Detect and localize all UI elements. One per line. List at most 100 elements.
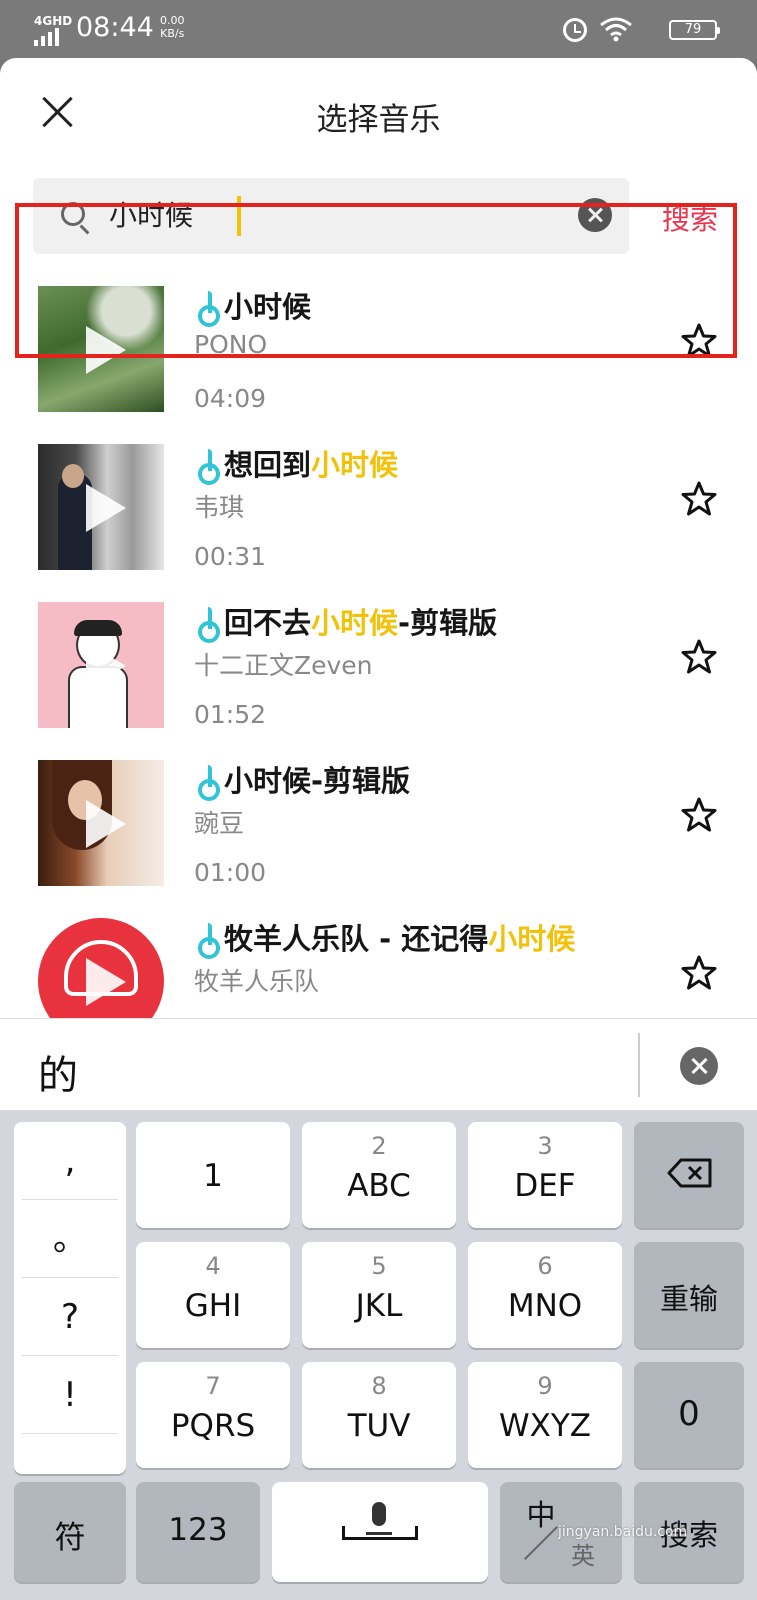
album-cover[interactable] — [38, 918, 164, 1018]
music-note-icon — [196, 923, 220, 959]
song-title: 想回到小时候 — [196, 442, 399, 485]
title-part: 牧羊人乐队 - 还记得 — [224, 922, 489, 956]
reinput-key[interactable]: 重输 — [634, 1242, 744, 1348]
title-match-highlight: 小时候 — [311, 448, 399, 482]
selected-highlight-box — [15, 203, 737, 358]
song-duration: 01:00 — [194, 858, 267, 887]
key-6-mno[interactable]: 6 MNO — [468, 1242, 622, 1348]
key-letters: DEF — [514, 1168, 576, 1204]
speed-unit: KB/s — [160, 27, 185, 40]
network-type: 4GHD — [34, 14, 73, 28]
key-5-jkl[interactable]: 5 JKL — [302, 1242, 456, 1348]
key-label: 123 — [168, 1512, 228, 1548]
key-8-tuv[interactable]: 8 TUV — [302, 1362, 456, 1468]
key-1[interactable]: 1 — [136, 1122, 290, 1228]
album-cover[interactable] — [38, 444, 164, 570]
song-title: 小时候-剪辑版 — [196, 758, 411, 801]
song-title: 回不去小时候-剪辑版 — [196, 600, 498, 643]
network-speed: 0.00 KB/s — [160, 14, 185, 40]
key-letters: MNO — [507, 1288, 583, 1324]
title-match-highlight: 小时候 — [488, 922, 576, 956]
page-title: 选择音乐 — [316, 102, 441, 138]
battery-icon: 79 — [669, 20, 720, 40]
watermark: jingyan.baidu.com — [558, 1524, 688, 1540]
title-part: 小时候-剪辑版 — [224, 764, 411, 798]
song-title: 牧羊人乐队 - 还记得小时候 — [196, 916, 576, 959]
candidate-word[interactable]: 的 — [38, 1043, 78, 1101]
space-icon — [342, 1526, 418, 1540]
key-4-ghi[interactable]: 4 GHI — [136, 1242, 290, 1348]
album-cover[interactable] — [38, 602, 164, 728]
wifi-icon — [600, 17, 632, 42]
music-note-icon — [196, 607, 220, 643]
key-letters: PQRS — [170, 1408, 256, 1444]
key-label: 0 — [678, 1394, 700, 1434]
title-part: 想回到 — [224, 448, 312, 482]
play-icon[interactable] — [86, 800, 126, 848]
key-question[interactable]: ? — [22, 1278, 118, 1356]
divider — [638, 1033, 640, 1097]
play-icon[interactable] — [86, 642, 126, 690]
clock: 08:44 — [76, 12, 154, 43]
song-item[interactable]: 想回到小时候 韦琪 00:31 — [0, 420, 757, 578]
artist-name: 牧羊人乐队 — [194, 967, 320, 996]
key-number: 6 — [537, 1252, 553, 1280]
song-duration: 04:09 — [194, 384, 267, 413]
key-0[interactable]: 0 — [634, 1362, 744, 1468]
alarm-icon — [563, 18, 587, 42]
key-number: 3 — [537, 1132, 553, 1160]
lang-en-label: 英 — [571, 1542, 595, 1570]
speed-value: 0.00 — [160, 14, 185, 27]
key-number: 7 — [205, 1372, 221, 1400]
key-2-abc[interactable]: 2 ABC — [302, 1122, 456, 1228]
music-note-icon — [196, 449, 220, 485]
key-label: 重输 — [659, 1282, 718, 1316]
key-number: 5 — [371, 1252, 387, 1280]
symbols-key[interactable]: 符 — [14, 1482, 126, 1582]
song-item[interactable]: 小时候-剪辑版 豌豆 01:00 — [0, 736, 757, 894]
key-9-wxyz[interactable]: 9 WXYZ — [468, 1362, 622, 1468]
space-key[interactable] — [272, 1482, 488, 1582]
backspace-key[interactable] — [634, 1122, 744, 1228]
artist-name: 韦琪 — [194, 493, 245, 522]
key-7-pqrs[interactable]: 7 PQRS — [136, 1362, 290, 1468]
signal-bars-icon — [34, 28, 64, 46]
key-comma[interactable]: , — [22, 1122, 118, 1200]
ime-candidate-bar: 的 — [0, 1018, 757, 1110]
play-icon[interactable] — [86, 484, 126, 532]
key-label: 符 — [54, 1520, 86, 1556]
numbers-key[interactable]: 123 — [136, 1482, 260, 1582]
music-note-icon — [196, 765, 220, 801]
collapse-keyboard-icon[interactable] — [680, 1047, 718, 1085]
title-match-highlight: 小时候 — [311, 606, 399, 640]
favorite-star-icon[interactable] — [680, 796, 718, 834]
key-exclamation[interactable]: ! — [22, 1356, 118, 1434]
album-cover[interactable] — [38, 760, 164, 886]
song-item[interactable]: 牧羊人乐队 - 还记得小时候 牧羊人乐队 — [0, 894, 757, 1018]
key-period[interactable]: 。 — [22, 1200, 118, 1278]
favorite-star-icon[interactable] — [680, 480, 718, 518]
play-icon[interactable] — [86, 958, 126, 1006]
backspace-icon — [667, 1158, 712, 1188]
key-3-def[interactable]: 3 DEF — [468, 1122, 622, 1228]
favorite-star-icon[interactable] — [680, 954, 718, 992]
key-letters: TUV — [347, 1408, 411, 1444]
punctuation-column[interactable]: , 。 ? ! — [14, 1122, 126, 1474]
favorite-star-icon[interactable] — [680, 638, 718, 676]
key-letters: JKL — [355, 1288, 403, 1324]
song-duration: 01:52 — [194, 700, 267, 729]
key-letters: GHI — [184, 1288, 242, 1324]
title-part: -剪辑版 — [398, 606, 498, 640]
artist-name: 十二正文Zeven — [194, 651, 373, 680]
song-duration: 00:31 — [194, 542, 267, 571]
key-letters: ABC — [347, 1168, 411, 1204]
key-number: 9 — [537, 1372, 553, 1400]
song-item[interactable]: 回不去小时候-剪辑版 十二正文Zeven 01:52 — [0, 578, 757, 736]
key-number: 4 — [205, 1252, 221, 1280]
key-letters: WXYZ — [498, 1408, 592, 1444]
microphone-icon — [372, 1502, 386, 1526]
key-letters: 1 — [203, 1158, 223, 1194]
key-number: 2 — [371, 1132, 387, 1160]
artist-name: 豌豆 — [194, 809, 245, 838]
status-icons: 79 — [517, 14, 720, 46]
